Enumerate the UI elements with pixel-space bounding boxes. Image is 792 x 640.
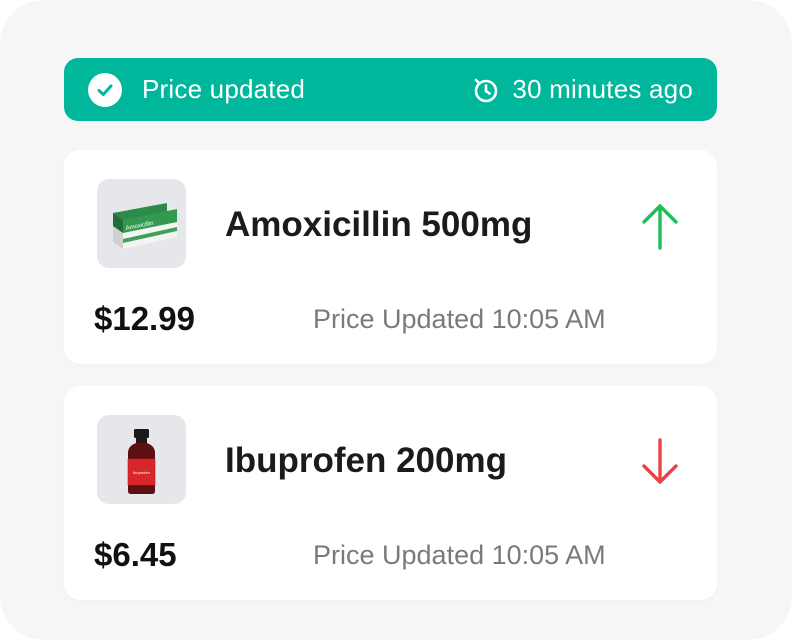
price-updated-banner: Price updated 30 minutes ago: [64, 58, 717, 121]
medicine-bottle-image: Ibuprofen: [127, 429, 156, 494]
product-card[interactable]: Amoxicillin Amoxicillin 500mg $12.99 Pri…: [64, 150, 717, 364]
banner-title: Price updated: [142, 74, 306, 104]
product-price: $12.99: [94, 300, 195, 337]
product-card[interactable]: Ibuprofen Ibuprofen 200mg $6.45 Price Up…: [64, 386, 717, 600]
product-name: Ibuprofen 200mg: [225, 441, 507, 480]
medicine-box-image: Amoxicillin: [113, 203, 177, 249]
banner-time-ago: 30 minutes ago: [512, 74, 693, 104]
arrow-down-icon: [642, 438, 678, 484]
bottle-label: Ibuprofen: [133, 470, 150, 475]
product-name: Amoxicillin 500mg: [225, 205, 533, 244]
arrow-up-icon: [642, 204, 678, 250]
product-price: $6.45: [94, 536, 177, 573]
price-updated-time: Price Updated 10:05 AM: [313, 304, 606, 334]
product-image: Amoxicillin: [97, 179, 186, 268]
price-updated-time: Price Updated 10:05 AM: [313, 540, 606, 570]
product-image: Ibuprofen: [97, 415, 186, 504]
check-circle-icon: [88, 72, 122, 107]
stopwatch-icon: [475, 78, 498, 102]
